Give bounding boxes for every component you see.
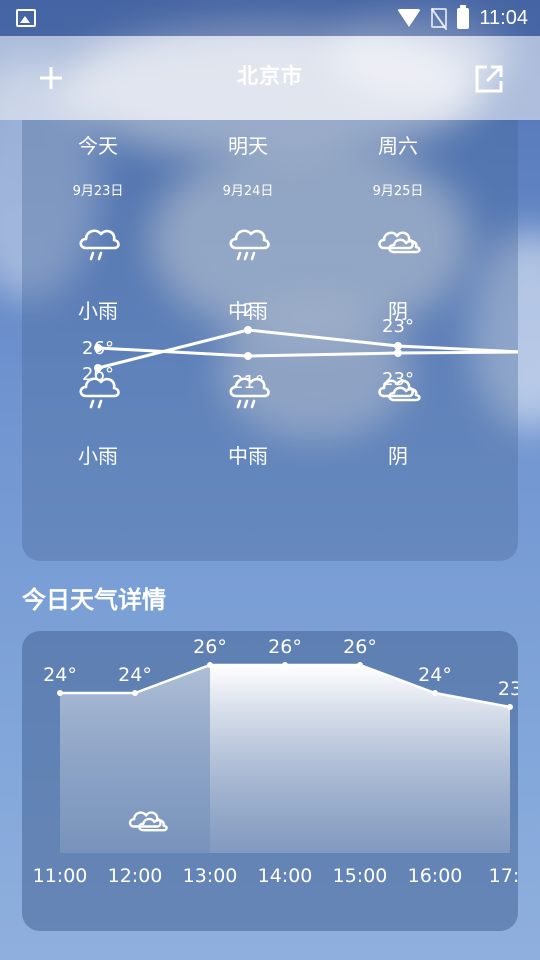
high-temperature-label: 23° [382,316,414,337]
hourly-temperature-label: 24° [118,664,152,686]
hourly-temperature-label: 26° [268,636,302,658]
low-temperature-label: 21° [232,372,264,393]
open-external-icon [475,65,503,93]
hourly-temperature-point [357,662,363,668]
hourly-temperature-label: 26° [193,636,227,658]
hourly-temperature-point [207,662,213,668]
hourly-time-label: 14:00 [258,865,313,887]
hourly-time-label: 12:00 [108,865,163,887]
city-title: 北京市 [237,64,303,88]
low-temperature-label: 26° [82,364,114,385]
hourly-temperature-label: 24° [418,664,452,686]
hourly-temperature-label: 23 [498,678,518,700]
battery-charging-icon [457,4,470,29]
high-temperature-point [394,342,402,350]
app-header: 北京市 [0,36,540,120]
section-title: 今日天气详情 [22,586,166,614]
low-temperature-label: 23° [382,369,414,390]
low-temperature-point [244,352,252,360]
hourly-time-label: 11:00 [33,865,88,887]
high-temperature-label: 26° [82,338,114,359]
wifi-icon [397,9,422,27]
high-temperature-line [97,328,518,370]
hourly-temperature-point [57,690,63,696]
hourly-time-label: 13:00 [183,865,238,887]
future-temperature-area [210,665,510,853]
hourly-temperature-chart: 24° 11:00 24° 12:00 26° 13:00 26° 14:00 26° 15:00… [33,636,518,887]
hourly-temperature-point [507,704,513,710]
status-bar: 11:04 [0,0,540,36]
daily-temperature-chart: 26° 26° 2 21° 23° 23° [82,300,518,393]
hourly-time-label: 16:00 [408,865,463,887]
low-temperature-point [394,349,402,357]
high-temperature-label: 2 [242,300,253,321]
hourly-time-label: 17:0 [489,865,518,887]
hourly-temperature-point [432,690,438,696]
hourly-temperature-label: 24° [43,664,77,686]
share-button[interactable] [474,64,504,94]
hourly-temperature-point [132,690,138,696]
no-sim-icon [431,8,448,28]
hourly-card: 24° 11:00 24° 12:00 26° 13:00 26° 14:00 26° 15:00… [22,631,518,931]
hourly-temperature-point [282,662,288,668]
gallery-notification-icon [16,9,36,27]
status-time: 11:04 [479,6,528,29]
forecast-card: 今天 9月23日 小雨 小雨 明天 9月24日 中雨 中雨 周六 9月25日 阴… [22,120,518,561]
high-temperature-point [244,326,252,334]
hourly-time-label: 15:00 [333,865,388,887]
hourly-temperature-label: 26° [343,636,377,658]
